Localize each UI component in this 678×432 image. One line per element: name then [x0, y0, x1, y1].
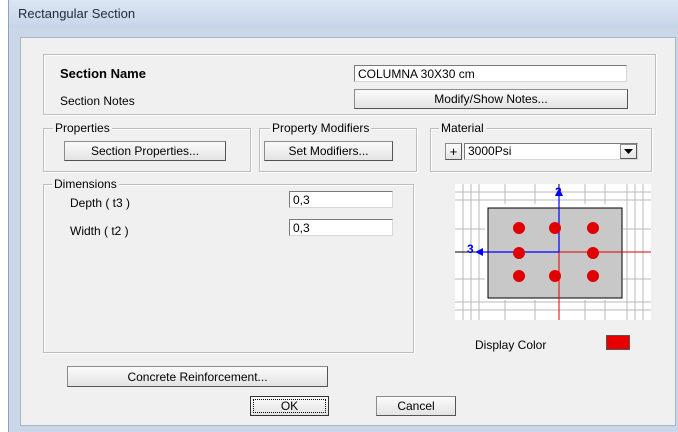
cancel-button[interactable]: Cancel [376, 396, 456, 416]
concrete-reinforcement-button[interactable]: Concrete Reinforcement... [67, 366, 328, 387]
section-outline [487, 207, 623, 299]
material-selected-value: 3000Psi [468, 144, 512, 158]
section-notes-label: Section Notes [60, 94, 135, 108]
properties-group-label: Properties [53, 121, 112, 135]
axis-3-label: 3 [467, 242, 474, 256]
axis-2-label: 2 [555, 185, 562, 199]
width-field[interactable] [289, 219, 393, 236]
chevron-down-icon [624, 149, 633, 154]
property-modifiers-group-label: Property Modifiers [270, 121, 372, 135]
material-dropdown-button[interactable] [620, 144, 637, 159]
display-color-label: Display Color [475, 338, 547, 352]
section-properties-button[interactable]: Section Properties... [64, 141, 226, 161]
width-label: Width ( t2 ) [70, 224, 129, 238]
depth-field[interactable] [289, 191, 393, 208]
section-preview-drawing [455, 184, 651, 320]
section-name-label: Section Name [60, 66, 146, 81]
depth-label: Depth ( t3 ) [70, 196, 131, 210]
set-modifiers-button[interactable]: Set Modifiers... [264, 141, 393, 161]
ok-button[interactable]: OK [250, 396, 329, 416]
section-preview: 2 3 [455, 184, 651, 320]
material-select[interactable]: 3000Psi [464, 143, 638, 160]
dimensions-group-label: Dimensions [52, 177, 119, 191]
display-color-swatch[interactable] [606, 335, 630, 350]
dialog-title: Rectangular Section [18, 6, 136, 21]
section-name-field[interactable] [354, 65, 627, 82]
add-material-button[interactable]: + [445, 143, 462, 160]
material-group-label: Material [439, 121, 486, 135]
modify-notes-button[interactable]: Modify/Show Notes... [354, 89, 628, 109]
